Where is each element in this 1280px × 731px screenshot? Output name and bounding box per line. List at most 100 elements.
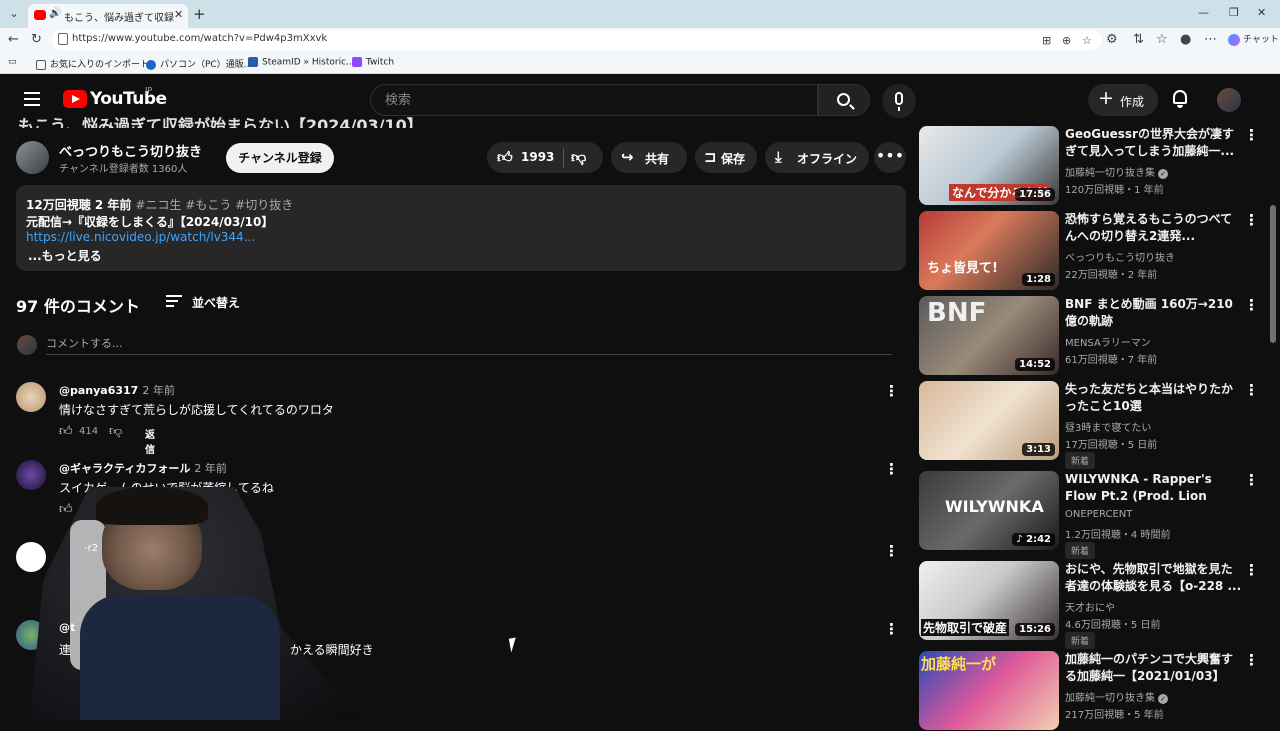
url-field[interactable]: https://www.youtube.com/watch?v=Pdw4p3mX… bbox=[52, 30, 1102, 50]
profile-icon[interactable]: ● bbox=[1180, 32, 1191, 47]
bookmark-steamid[interactable]: SteamID » Historic... bbox=[248, 57, 355, 68]
recommended-title[interactable]: BNF まとめ動画 160万→210億の軌跡 bbox=[1065, 296, 1243, 330]
show-more-link[interactable]: ...もっと見る bbox=[28, 247, 102, 264]
youtube-logo-text[interactable]: YouTube bbox=[90, 89, 167, 109]
recommended-channel[interactable]: 昼3時まで寝てたい bbox=[1065, 419, 1151, 434]
bookmark-import[interactable]: お気に入りのインポート bbox=[36, 57, 149, 70]
description-box[interactable]: 12万回視聴 2 年前 #ニコ生 #もこう #切り抜き 元配信→『収録をしまくる』… bbox=[16, 185, 906, 271]
browser-tab[interactable]: 🔊 もこう、悩み過ぎて収録が始まらな ✕ bbox=[28, 4, 188, 28]
bookmarks-toggle-icon[interactable]: ▭ bbox=[8, 57, 17, 67]
app-icon[interactable]: ⊞ bbox=[1042, 34, 1051, 47]
close-window-icon[interactable]: ✕ bbox=[1257, 6, 1266, 19]
recommended-title[interactable]: GeoGuessrの世界大会が凄すぎて見入ってしまう加藤純一... bbox=[1065, 126, 1243, 160]
favorites-icon[interactable]: ☆ bbox=[1156, 32, 1168, 47]
recommended-menu-icon[interactable]: ⋮ bbox=[1244, 561, 1259, 579]
video-thumbnail[interactable]: WILYWNKA ♪ 2:42 bbox=[919, 471, 1059, 550]
maximize-icon[interactable]: ❐ bbox=[1229, 6, 1239, 19]
search-box[interactable] bbox=[370, 84, 818, 116]
favorite-star-icon[interactable]: ☆ bbox=[1082, 34, 1092, 47]
recommended-menu-icon[interactable]: ⋮ bbox=[1244, 296, 1259, 314]
channel-name[interactable]: べっつりもこう切り抜き bbox=[59, 141, 202, 160]
commenter-avatar[interactable] bbox=[16, 460, 46, 490]
copilot-chat-button[interactable]: チャット bbox=[1228, 32, 1279, 46]
comment-author[interactable]: @panya6317 2 年前 bbox=[59, 382, 175, 398]
speaker-icon[interactable]: 🔊 bbox=[49, 8, 61, 19]
recommended-video[interactable]: BNF 14:52 BNF まとめ動画 160万→210億の軌跡 MENSAラリ… bbox=[919, 296, 1269, 376]
comment-time[interactable]: 2 年前 bbox=[194, 462, 227, 475]
comment-like-icon[interactable]: 👍︎ bbox=[59, 502, 73, 517]
commenter-avatar[interactable] bbox=[16, 382, 46, 412]
more-menu-icon[interactable]: ⋯ bbox=[1204, 32, 1217, 47]
save-button[interactable]: ⊐ 保存 bbox=[695, 142, 757, 173]
video-thumbnail[interactable]: 加藤純一が bbox=[919, 651, 1059, 730]
recommended-menu-icon[interactable]: ⋮ bbox=[1244, 651, 1259, 669]
channel-label[interactable]: 加藤純一切り抜き集 bbox=[1065, 693, 1155, 704]
channel-label[interactable]: 加藤純一切り抜き集 bbox=[1065, 168, 1155, 179]
recommended-channel[interactable]: べっつりもこう切り抜き bbox=[1065, 249, 1175, 264]
video-thumbnail[interactable]: BNF 14:52 bbox=[919, 296, 1059, 375]
comment-menu-icon[interactable]: ⋮ bbox=[884, 460, 899, 478]
add-comment-input[interactable] bbox=[46, 333, 892, 355]
zoom-icon[interactable]: ⊕ bbox=[1062, 34, 1071, 47]
sync-icon[interactable]: ⇅ bbox=[1133, 32, 1144, 47]
thumbs-up-icon[interactable]: 👍︎ bbox=[497, 148, 513, 167]
video-thumbnail[interactable]: 先物取引で破産 15:26 bbox=[919, 561, 1059, 640]
recommended-video[interactable]: なんで分かるんだ 17:56 GeoGuessrの世界大会が凄すぎて見入ってしま… bbox=[919, 126, 1269, 206]
bookmark-twitch[interactable]: Twitch bbox=[352, 57, 394, 68]
tab-close-icon[interactable]: ✕ bbox=[174, 8, 183, 21]
reply-button[interactable]: 返信 bbox=[145, 426, 155, 456]
subscribe-button[interactable]: チャンネル登録 bbox=[226, 143, 334, 173]
recommended-channel[interactable]: MENSAラリーマン bbox=[1065, 334, 1151, 349]
video-thumbnail[interactable]: 3:13 bbox=[919, 381, 1059, 460]
recommended-title[interactable]: 加藤純一のパチンコで大興奮する加藤純一【2021/01/03】 bbox=[1065, 651, 1243, 685]
recommended-title[interactable]: 失った友だちと本当はやりたかったこと10選 bbox=[1065, 381, 1243, 415]
new-tab-icon[interactable]: + bbox=[193, 5, 206, 23]
recommended-menu-icon[interactable]: ⋮ bbox=[1244, 381, 1259, 399]
extensions-icon[interactable]: ⚙ bbox=[1106, 32, 1118, 47]
channel-avatar[interactable] bbox=[16, 141, 49, 174]
search-input[interactable] bbox=[371, 85, 817, 115]
comment-time[interactable]: 2 年前 bbox=[142, 384, 175, 397]
recommended-channel[interactable]: 加藤純一切り抜き集 ✓ bbox=[1065, 689, 1168, 704]
thumbs-down-icon[interactable]: 👎︎ bbox=[571, 148, 586, 167]
more-actions-icon[interactable]: ••• bbox=[874, 142, 906, 173]
recommended-menu-icon[interactable]: ⋮ bbox=[1244, 471, 1259, 489]
back-icon[interactable]: ← bbox=[8, 32, 19, 47]
recommended-title[interactable]: WILYWNKA - Rapper's Flow Pt.2 (Prod. Lio… bbox=[1065, 471, 1243, 505]
notifications-bell-icon[interactable] bbox=[1170, 89, 1190, 109]
tab-menu-icon[interactable]: ⌄ bbox=[6, 6, 22, 22]
bookmark-pc[interactable]: パソコン（PC）通販... bbox=[146, 57, 252, 70]
youtube-logo-icon[interactable] bbox=[63, 90, 87, 108]
recommended-menu-icon[interactable]: ⋮ bbox=[1244, 126, 1259, 144]
recommended-video[interactable]: ちょ皆見て! 1:28 恐怖すら覚えるもこうのつべてんへの切り替え2連発... … bbox=[919, 211, 1269, 291]
video-thumbnail[interactable]: ちょ皆見て! 1:28 bbox=[919, 211, 1059, 290]
recommended-channel[interactable]: 加藤純一切り抜き集 ✓ bbox=[1065, 164, 1168, 179]
hashtags[interactable]: #ニコ生 #もこう #切り抜き bbox=[135, 198, 293, 212]
recommended-title[interactable]: おにや、先物取引で地獄を見た者達の体験談を見る【o-228 ... bbox=[1065, 561, 1243, 595]
account-avatar[interactable] bbox=[1217, 88, 1241, 112]
comment-menu-icon[interactable]: ⋮ bbox=[884, 382, 899, 400]
comment-menu-icon[interactable]: ⋮ bbox=[884, 620, 899, 638]
minimize-icon[interactable]: — bbox=[1198, 6, 1209, 19]
scrollbar-thumb[interactable] bbox=[1270, 205, 1276, 343]
comment-menu-icon[interactable]: ⋮ bbox=[884, 542, 899, 560]
description-link[interactable]: https://live.nicovideo.jp/watch/lv344... bbox=[26, 230, 255, 244]
recommended-video[interactable]: 3:13 失った友だちと本当はやりたかったこと10選 昼3時まで寝てたい 17万… bbox=[919, 381, 1269, 469]
recommended-video[interactable]: WILYWNKA ♪ 2:42 WILYWNKA - Rapper's Flow… bbox=[919, 471, 1269, 559]
offline-download-button[interactable]: ⤓ オフライン bbox=[765, 142, 869, 173]
like-count[interactable]: 1993 bbox=[521, 150, 554, 164]
recommended-title[interactable]: 恐怖すら覚えるもこうのつべてんへの切り替え2連発... bbox=[1065, 211, 1243, 245]
share-button[interactable]: ↪ 共有 bbox=[611, 142, 687, 173]
create-button[interactable]: + 作成 bbox=[1088, 84, 1158, 116]
recommended-menu-icon[interactable]: ⋮ bbox=[1244, 211, 1259, 229]
author-name[interactable]: @ギャラクティカフォール bbox=[59, 462, 190, 475]
comment-like-icon[interactable]: 👍︎ bbox=[59, 424, 73, 439]
reload-icon[interactable]: ↻ bbox=[31, 32, 42, 47]
voice-search-button[interactable] bbox=[882, 84, 916, 118]
recommended-video[interactable]: 先物取引で破産 15:26 おにや、先物取引で地獄を見た者達の体験談を見る【o-… bbox=[919, 561, 1269, 649]
comment-author[interactable]: @ギャラクティカフォール 2 年前 bbox=[59, 460, 227, 476]
commenter-avatar[interactable] bbox=[16, 542, 46, 572]
recommended-video[interactable]: 加藤純一が 加藤純一のパチンコで大興奮する加藤純一【2021/01/03】 加藤… bbox=[919, 651, 1269, 731]
menu-icon[interactable] bbox=[24, 92, 40, 106]
recommended-channel[interactable]: 天才おにや bbox=[1065, 599, 1115, 614]
